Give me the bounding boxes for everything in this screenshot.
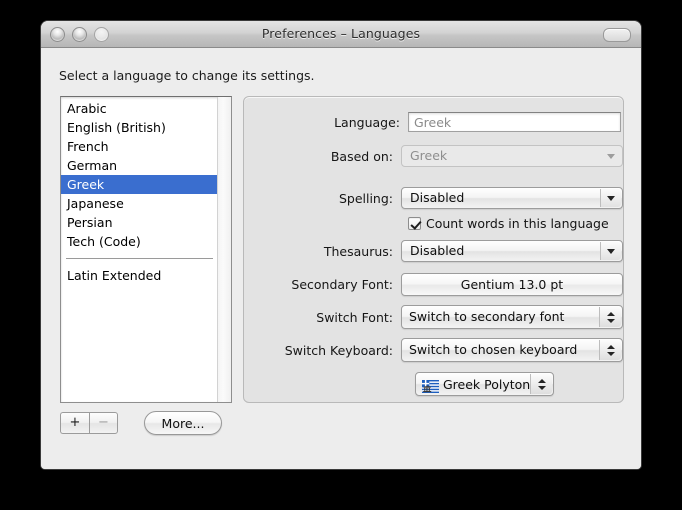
- instruction-text: Select a language to change its settings…: [59, 68, 315, 83]
- spelling-row: Spelling: Disabled: [244, 187, 623, 209]
- greek-flag-icon: [422, 378, 439, 391]
- secondary-font-row: Secondary Font: Gentium 13.0 pt: [244, 273, 623, 295]
- switch-font-value: Switch to secondary font: [409, 309, 564, 324]
- list-item[interactable]: French: [61, 137, 218, 156]
- switch-keyboard-row: Switch Keyboard: Switch to chosen keyboa…: [244, 339, 623, 361]
- list-item[interactable]: Persian: [61, 213, 218, 232]
- list-item[interactable]: Arabic: [61, 99, 218, 118]
- stepper-arrows-icon[interactable]: [599, 307, 621, 327]
- keyboard-layout-dropdown[interactable]: Greek Polytoni: [415, 372, 554, 396]
- based-on-label: Based on:: [244, 149, 401, 164]
- count-words-checkbox-row[interactable]: Count words in this language: [408, 216, 609, 231]
- based-on-row: Based on: Greek: [244, 145, 623, 167]
- switch-keyboard-label: Switch Keyboard:: [244, 343, 401, 358]
- add-language-button[interactable]: +: [60, 412, 89, 434]
- switch-font-row: Switch Font: Switch to secondary font: [244, 306, 623, 328]
- stepper-arrows-icon[interactable]: [530, 374, 552, 394]
- language-field-row: Language:: [244, 111, 623, 133]
- switch-keyboard-dropdown[interactable]: Switch to chosen keyboard: [401, 338, 623, 362]
- switch-font-dropdown[interactable]: Switch to secondary font: [401, 305, 623, 329]
- stepper-arrows-icon[interactable]: [599, 340, 621, 360]
- count-words-label: Count words in this language: [426, 216, 609, 231]
- list-scrollbar[interactable]: [217, 97, 231, 402]
- language-list[interactable]: Arabic English (British) French German G…: [60, 96, 232, 403]
- window-titlebar: Preferences – Languages: [41, 21, 641, 48]
- window-title: Preferences – Languages: [41, 26, 641, 41]
- language-input[interactable]: [408, 112, 621, 132]
- chevron-down-icon: [600, 189, 621, 207]
- chevron-down-icon: [601, 147, 621, 165]
- switch-font-label: Switch Font:: [244, 310, 401, 325]
- more-button[interactable]: More...: [144, 411, 222, 435]
- spelling-value: Disabled: [410, 190, 464, 205]
- preferences-window: Preferences – Languages Select a languag…: [41, 21, 641, 469]
- list-item[interactable]: English (British): [61, 118, 218, 137]
- based-on-value: Greek: [410, 148, 447, 163]
- list-item-selected[interactable]: Greek: [61, 175, 218, 194]
- language-settings-panel: Language: Based on: Greek Spelling:: [243, 96, 624, 403]
- thesaurus-dropdown[interactable]: Disabled: [401, 240, 623, 262]
- based-on-dropdown: Greek: [401, 145, 623, 167]
- spelling-label: Spelling:: [244, 191, 401, 206]
- toolbar-toggle-button[interactable]: [603, 28, 631, 42]
- chevron-down-icon: [600, 242, 621, 260]
- list-item[interactable]: German: [61, 156, 218, 175]
- count-words-checkbox[interactable]: [408, 217, 421, 230]
- language-list-items: Arabic English (British) French German G…: [61, 97, 218, 402]
- switch-keyboard-value: Switch to chosen keyboard: [409, 342, 577, 357]
- window-content: Select a language to change its settings…: [41, 48, 641, 469]
- thesaurus-value: Disabled: [410, 243, 464, 258]
- thesaurus-row: Thesaurus: Disabled: [244, 240, 623, 262]
- thesaurus-label: Thesaurus:: [244, 244, 401, 259]
- secondary-font-label: Secondary Font:: [244, 277, 401, 292]
- spelling-dropdown[interactable]: Disabled: [401, 187, 623, 209]
- keyboard-layout-value: Greek Polytoni: [443, 377, 531, 392]
- list-add-remove-control: + −: [60, 412, 118, 434]
- list-separator: [66, 258, 213, 259]
- remove-language-button[interactable]: −: [89, 412, 118, 434]
- secondary-font-button[interactable]: Gentium 13.0 pt: [401, 273, 623, 296]
- language-label: Language:: [244, 115, 408, 130]
- list-item[interactable]: Tech (Code): [61, 232, 218, 251]
- list-item[interactable]: Latin Extended: [61, 266, 218, 285]
- list-item[interactable]: Japanese: [61, 194, 218, 213]
